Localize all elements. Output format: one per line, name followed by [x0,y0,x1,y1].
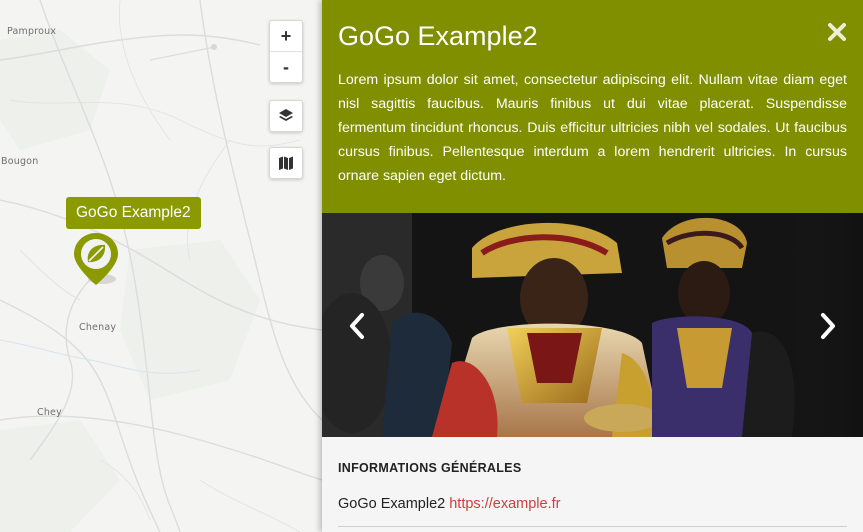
panel-description: Lorem ipsum dolor sit amet, consectetur … [338,72,847,184]
divider [338,526,847,527]
zoom-control: + - [269,20,303,83]
chevron-right-icon [821,313,835,339]
gallery-prev-button[interactable] [342,310,372,342]
close-button[interactable] [825,20,849,44]
marker-tooltip: GoGo Example2 [66,197,201,229]
basemap-control [269,147,303,179]
zoom-out-button[interactable]: - [270,51,302,82]
info-name: GoGo Example2 [338,496,446,512]
place-label: Bougon [1,156,39,167]
map-marker[interactable] [70,231,126,296]
section-title: INFORMATIONS GÉNÉRALES [338,461,522,475]
gallery-next-button[interactable] [813,310,843,342]
marker-pin-icon [74,233,118,285]
panel-header: GoGo Example2 Lorem ipsum dolor sit amet… [322,0,863,213]
place-label: Chenay [79,322,117,333]
map-icon [279,156,293,170]
layers-control [269,100,303,132]
map-area[interactable]: Pamproux Bougon Chenay Chey + - GoGo Exa… [0,0,322,532]
detail-panel: GoGo Example2 Lorem ipsum dolor sit amet… [322,0,863,532]
place-label: Pamproux [7,26,57,37]
layers-button[interactable] [270,101,302,131]
info-link[interactable]: https://example.fr [449,496,560,512]
gallery-photo [322,213,863,437]
panel-title: GoGo Example2 [338,21,538,51]
chevron-left-icon [350,313,364,339]
place-label: Chey [37,407,62,418]
image-gallery[interactable] [322,213,863,437]
layers-icon [279,109,293,121]
zoom-in-button[interactable]: + [270,21,302,51]
info-line: GoGo Example2 https://example.fr [338,496,847,512]
basemap-button[interactable] [270,148,302,178]
close-icon [828,23,846,41]
